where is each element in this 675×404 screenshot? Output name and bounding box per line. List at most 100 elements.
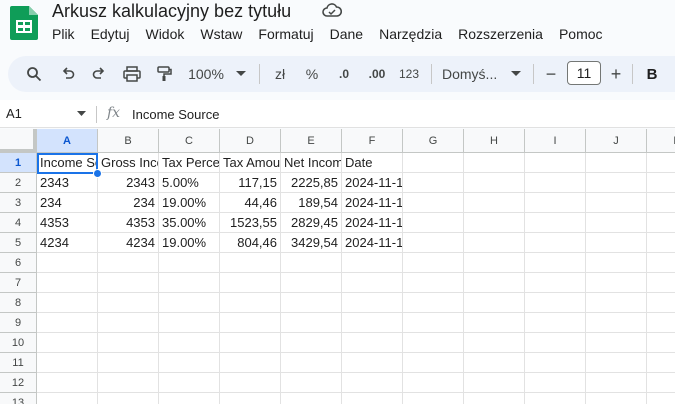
cell-k10[interactable] [647, 333, 675, 353]
cell-f12[interactable] [342, 373, 403, 393]
cell-k4[interactable] [647, 213, 675, 233]
row-header-4[interactable]: 4 [0, 213, 37, 233]
cell-k7[interactable] [647, 273, 675, 293]
column-header-f[interactable]: F [342, 129, 403, 153]
cell-k12[interactable] [647, 373, 675, 393]
menu-help[interactable]: Pomoc [551, 25, 611, 43]
cell-c8[interactable] [159, 293, 220, 313]
row-header-1[interactable]: 1 [0, 153, 37, 173]
search-menus-button[interactable] [23, 56, 45, 92]
cell-f1[interactable]: Date [342, 153, 403, 173]
cell-c12[interactable] [159, 373, 220, 393]
cell-a9[interactable] [37, 313, 98, 333]
row-header-6[interactable]: 6 [0, 253, 37, 273]
cell-f6[interactable] [342, 253, 403, 273]
cell-i3[interactable] [525, 193, 586, 213]
cell-j1[interactable] [586, 153, 647, 173]
cell-e4[interactable]: 2829,45 [281, 213, 342, 233]
cell-k5[interactable] [647, 233, 675, 253]
zoom-dropdown[interactable] [234, 56, 248, 92]
cell-e13[interactable] [281, 393, 342, 404]
cell-g10[interactable] [403, 333, 464, 353]
cell-b4[interactable]: 4353 [98, 213, 159, 233]
row-header-5[interactable]: 5 [0, 233, 37, 253]
cell-h12[interactable] [464, 373, 525, 393]
cell-d5[interactable]: 804,46 [220, 233, 281, 253]
cell-j4[interactable] [586, 213, 647, 233]
column-header-b[interactable]: B [98, 129, 159, 153]
cell-c11[interactable] [159, 353, 220, 373]
cell-e7[interactable] [281, 273, 342, 293]
cell-j2[interactable] [586, 173, 647, 193]
cell-h11[interactable] [464, 353, 525, 373]
cell-e2[interactable]: 2225,85 [281, 173, 342, 193]
cell-i2[interactable] [525, 173, 586, 193]
cell-j11[interactable] [586, 353, 647, 373]
cell-h1[interactable] [464, 153, 525, 173]
cell-d4[interactable]: 1523,55 [220, 213, 281, 233]
cell-i12[interactable] [525, 373, 586, 393]
cell-c10[interactable] [159, 333, 220, 353]
cell-i10[interactable] [525, 333, 586, 353]
cell-k8[interactable] [647, 293, 675, 313]
cell-h3[interactable] [464, 193, 525, 213]
cell-g3[interactable] [403, 193, 464, 213]
cell-e1[interactable]: Net Income [281, 153, 342, 173]
cell-k13[interactable] [647, 393, 675, 404]
cell-d7[interactable] [220, 273, 281, 293]
cell-j3[interactable] [586, 193, 647, 213]
name-box[interactable]: A1 [6, 106, 22, 121]
column-header-i[interactable]: I [525, 129, 586, 153]
currency-format-button[interactable]: zł [269, 56, 291, 92]
row-header-13[interactable]: 13 [0, 393, 37, 404]
cell-g5[interactable] [403, 233, 464, 253]
cell-c3[interactable]: 19.00% [159, 193, 220, 213]
cell-e10[interactable] [281, 333, 342, 353]
cell-h13[interactable] [464, 393, 525, 404]
cell-b13[interactable] [98, 393, 159, 404]
cell-a13[interactable] [37, 393, 98, 404]
cell-g2[interactable] [403, 173, 464, 193]
cell-d10[interactable] [220, 333, 281, 353]
cell-g4[interactable] [403, 213, 464, 233]
cell-i7[interactable] [525, 273, 586, 293]
cell-c2[interactable]: 5.00% [159, 173, 220, 193]
column-header-h[interactable]: H [464, 129, 525, 153]
row-header-8[interactable]: 8 [0, 293, 37, 313]
cell-j6[interactable] [586, 253, 647, 273]
cell-d6[interactable] [220, 253, 281, 273]
cell-j8[interactable] [586, 293, 647, 313]
cell-e8[interactable] [281, 293, 342, 313]
decrease-decimal-button[interactable]: .0 [332, 56, 356, 92]
cell-j5[interactable] [586, 233, 647, 253]
zoom-select[interactable]: 100% [186, 56, 226, 92]
column-header-e[interactable]: E [281, 129, 342, 153]
cell-c1[interactable]: Tax Percentage [159, 153, 220, 173]
cell-k1[interactable] [647, 153, 675, 173]
cloud-saved-icon[interactable] [322, 3, 342, 19]
cell-g12[interactable] [403, 373, 464, 393]
decrease-font-size-button[interactable]: − [541, 56, 561, 92]
cell-e5[interactable]: 3429,54 [281, 233, 342, 253]
cell-i6[interactable] [525, 253, 586, 273]
cell-g11[interactable] [403, 353, 464, 373]
cell-f9[interactable] [342, 313, 403, 333]
cell-e11[interactable] [281, 353, 342, 373]
menu-file[interactable]: Plik [44, 25, 83, 43]
cell-d11[interactable] [220, 353, 281, 373]
menu-edit[interactable]: Edytuj [83, 25, 138, 43]
cell-a2[interactable]: 2343 [37, 173, 98, 193]
row-header-2[interactable]: 2 [0, 173, 37, 193]
cell-a12[interactable] [37, 373, 98, 393]
cell-j7[interactable] [586, 273, 647, 293]
cell-a5[interactable]: 4234 [37, 233, 98, 253]
row-header-12[interactable]: 12 [0, 373, 37, 393]
sheets-logo-icon[interactable] [10, 6, 38, 40]
cell-h5[interactable] [464, 233, 525, 253]
cell-f3[interactable]: 2024-11-11 [342, 193, 403, 213]
cell-i1[interactable] [525, 153, 586, 173]
cell-h2[interactable] [464, 173, 525, 193]
fill-handle[interactable] [93, 169, 102, 178]
cell-g7[interactable] [403, 273, 464, 293]
cell-e9[interactable] [281, 313, 342, 333]
